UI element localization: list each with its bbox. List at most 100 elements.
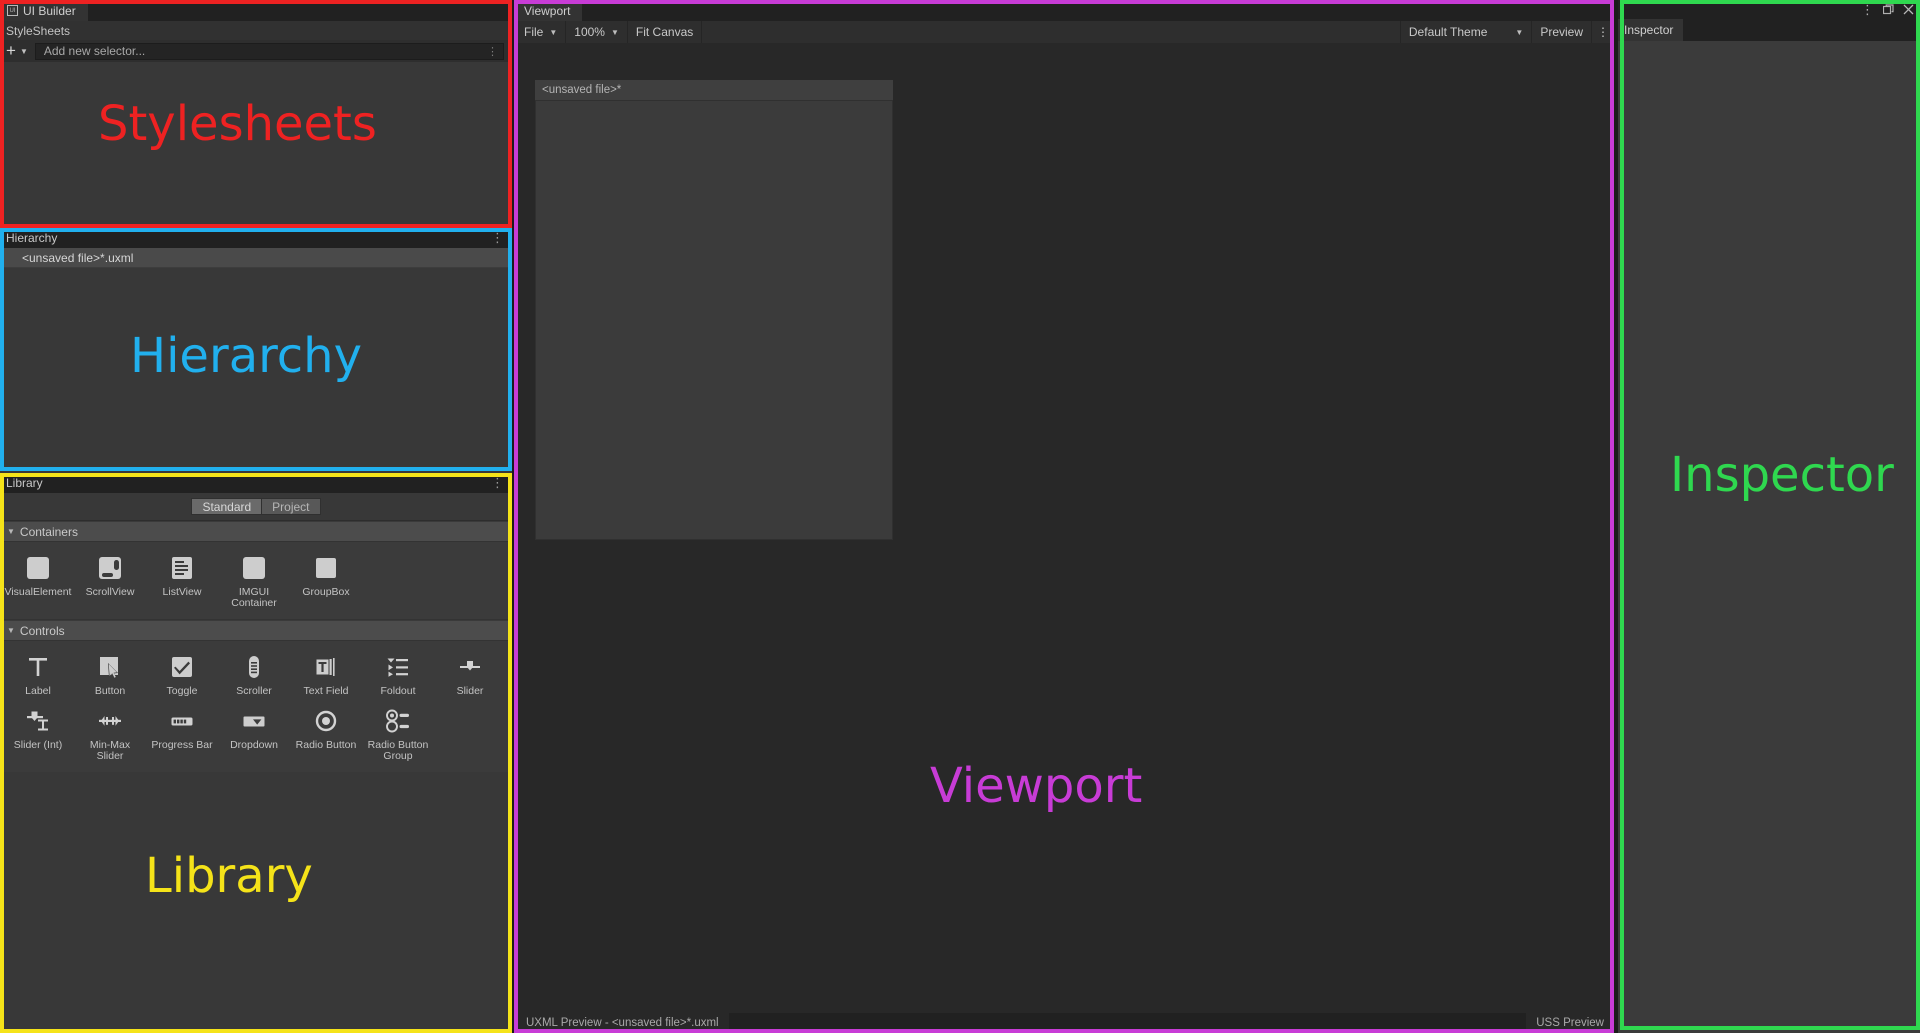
- tab-uxml-preview[interactable]: UXML Preview - <unsaved file>*.uxml: [516, 1013, 729, 1033]
- label-icon: [25, 652, 51, 682]
- library-item-scrollview-label: ScrollView: [85, 586, 135, 598]
- add-stylesheet-button[interactable]: + ▼: [0, 40, 35, 62]
- zoom-level-dropdown[interactable]: 100% ▼: [566, 21, 628, 43]
- library-header: Library ⋮: [0, 473, 512, 493]
- hierarchy-title-label: Hierarchy: [6, 231, 58, 245]
- library-item-visualelement[interactable]: VisualElement: [2, 548, 74, 613]
- library-item-groupbox-label: GroupBox: [302, 586, 350, 598]
- library-item-slider-int[interactable]: Slider (Int): [2, 701, 74, 766]
- more-options-icon[interactable]: ⋮: [487, 45, 498, 58]
- stylesheets-panel: UI UI Builder StyleSheets + ▼ Add new se…: [0, 0, 512, 228]
- tab-project[interactable]: Project: [261, 498, 321, 515]
- library-item-groupbox[interactable]: GroupBox: [290, 548, 362, 613]
- kebab-menu-icon[interactable]: ⋮: [491, 475, 504, 491]
- scroller-icon: [241, 652, 267, 682]
- library-title-label: Library: [6, 476, 43, 490]
- library-section-controls[interactable]: ▼ Controls: [0, 620, 512, 641]
- fit-canvas-label: Fit Canvas: [635, 25, 694, 39]
- library-controls-grid: Label Button Toggle Scroller Text Field …: [0, 641, 512, 772]
- tab-inspector[interactable]: Inspector: [1618, 19, 1684, 41]
- window-controls: ⋮: [1861, 0, 1914, 19]
- library-item-label-label: Label: [25, 685, 51, 697]
- library-item-scrollview[interactable]: ScrollView: [74, 548, 146, 613]
- library-section-containers[interactable]: ▼ Containers: [0, 521, 512, 542]
- viewport-panel: Viewport File ▼ 100% ▼ Fit Canvas Defaul…: [516, 0, 1614, 1033]
- library-item-toggle[interactable]: Toggle: [146, 647, 218, 701]
- tab-uss-preview[interactable]: USS Preview: [1526, 1013, 1614, 1033]
- scroll-view-icon: [97, 553, 123, 583]
- stylesheets-content: [0, 62, 512, 228]
- library-item-progress-bar[interactable]: Progress Bar: [146, 701, 218, 766]
- stylesheets-title-label: StyleSheets: [6, 23, 71, 38]
- file-menu-button[interactable]: File ▼: [516, 21, 567, 43]
- foldout-icon: [385, 652, 411, 682]
- hierarchy-tree-item-root[interactable]: <unsaved file>*.uxml: [0, 248, 512, 268]
- fit-canvas-button[interactable]: Fit Canvas: [628, 21, 703, 43]
- library-panel: Library ⋮ Standard Project ▼ Containers: [0, 473, 512, 1033]
- tab-standard[interactable]: Standard: [191, 498, 262, 515]
- toggle-icon: [169, 652, 195, 682]
- library-item-button[interactable]: Button: [74, 647, 146, 701]
- progress-bar-icon: [169, 706, 195, 736]
- dropdown-icon: [241, 706, 267, 736]
- library-item-imguicontainer-label: IMGUI Container: [231, 586, 277, 609]
- stylesheets-title: StyleSheets: [0, 21, 512, 40]
- library-item-imguicontainer[interactable]: IMGUI Container: [218, 548, 290, 613]
- list-view-icon: [169, 553, 195, 583]
- triangle-down-icon: ▼: [7, 527, 15, 536]
- library-item-slider-label: Slider: [456, 685, 484, 697]
- library-item-foldout-label: Foldout: [380, 685, 416, 697]
- add-new-selector-input[interactable]: Add new selector... ⋮: [34, 42, 504, 60]
- library-containers-grid: VisualElement ScrollView ListView IMGUI …: [0, 542, 512, 620]
- slider-icon: [457, 652, 483, 682]
- bottom-tabbar-spacer: [729, 1013, 1527, 1033]
- tab-inspector-label: Inspector: [1624, 23, 1674, 37]
- theme-value: Default Theme: [1408, 25, 1488, 39]
- library-item-foldout[interactable]: Foldout: [362, 647, 434, 701]
- preview-toggle-button[interactable]: Preview: [1531, 21, 1591, 43]
- kebab-menu-icon[interactable]: ⋮: [491, 230, 504, 246]
- library-item-radio-button[interactable]: Radio Button: [290, 701, 362, 766]
- imgui-container-icon: [241, 553, 267, 583]
- library-item-radio-button-group-label: Radio Button Group: [367, 739, 429, 762]
- tab-viewport[interactable]: Viewport: [516, 0, 583, 21]
- button-icon: [97, 652, 123, 682]
- tab-uxml-preview-label: UXML Preview - <unsaved file>*.uxml: [526, 1017, 719, 1029]
- library-item-listview[interactable]: ListView: [146, 548, 218, 613]
- triangle-down-icon: ▼: [7, 626, 15, 635]
- zoom-level-value: 100%: [574, 25, 605, 39]
- library-item-slider[interactable]: Slider: [434, 647, 506, 701]
- viewport-canvas-area[interactable]: <unsaved file>*: [516, 43, 1614, 1013]
- ui-builder-window: UI UI Builder StyleSheets + ▼ Add new se…: [0, 0, 1920, 1033]
- kebab-menu-icon[interactable]: ⋮: [1861, 2, 1874, 18]
- tab-ui-builder-label: UI Builder: [23, 3, 76, 18]
- file-menu-label: File: [524, 25, 544, 39]
- preview-label: Preview: [1540, 25, 1583, 39]
- library-item-textfield[interactable]: Text Field: [290, 647, 362, 701]
- add-new-selector-placeholder: Add new selector...: [43, 44, 146, 58]
- canvas-title-bar: <unsaved file>*: [535, 80, 893, 100]
- library-item-radio-button-label: Radio Button: [295, 739, 357, 751]
- inspector-window-bar: ⋮: [1618, 0, 1920, 19]
- library-source-tabs: Standard Project: [0, 493, 512, 521]
- tab-ui-builder[interactable]: UI UI Builder: [0, 0, 88, 21]
- hierarchy-item-label: <unsaved file>*.uxml: [22, 250, 134, 265]
- chevron-down-icon: ▼: [1515, 27, 1524, 37]
- visual-element-icon: [25, 553, 51, 583]
- theme-dropdown[interactable]: Default Theme ▼: [1399, 21, 1531, 43]
- tab-project-label: Project: [272, 499, 310, 514]
- library-item-button-label: Button: [94, 685, 126, 697]
- library-item-min-max-slider[interactable]: Min-Max Slider: [74, 701, 146, 766]
- library-item-dropdown[interactable]: Dropdown: [218, 701, 290, 766]
- viewport-options-button[interactable]: ⋮: [1591, 21, 1614, 43]
- restore-window-icon[interactable]: [1883, 4, 1894, 15]
- library-item-radio-button-group[interactable]: Radio Button Group: [362, 701, 434, 766]
- library-item-dropdown-label: Dropdown: [230, 739, 278, 751]
- library-item-label[interactable]: Label: [2, 647, 74, 701]
- close-icon[interactable]: [1903, 4, 1914, 15]
- min-max-slider-icon: [97, 706, 123, 736]
- library-item-scroller[interactable]: Scroller: [218, 647, 290, 701]
- document-canvas[interactable]: <unsaved file>*: [535, 80, 893, 540]
- canvas-surface[interactable]: [535, 100, 893, 540]
- inspector-body: [1618, 41, 1920, 1033]
